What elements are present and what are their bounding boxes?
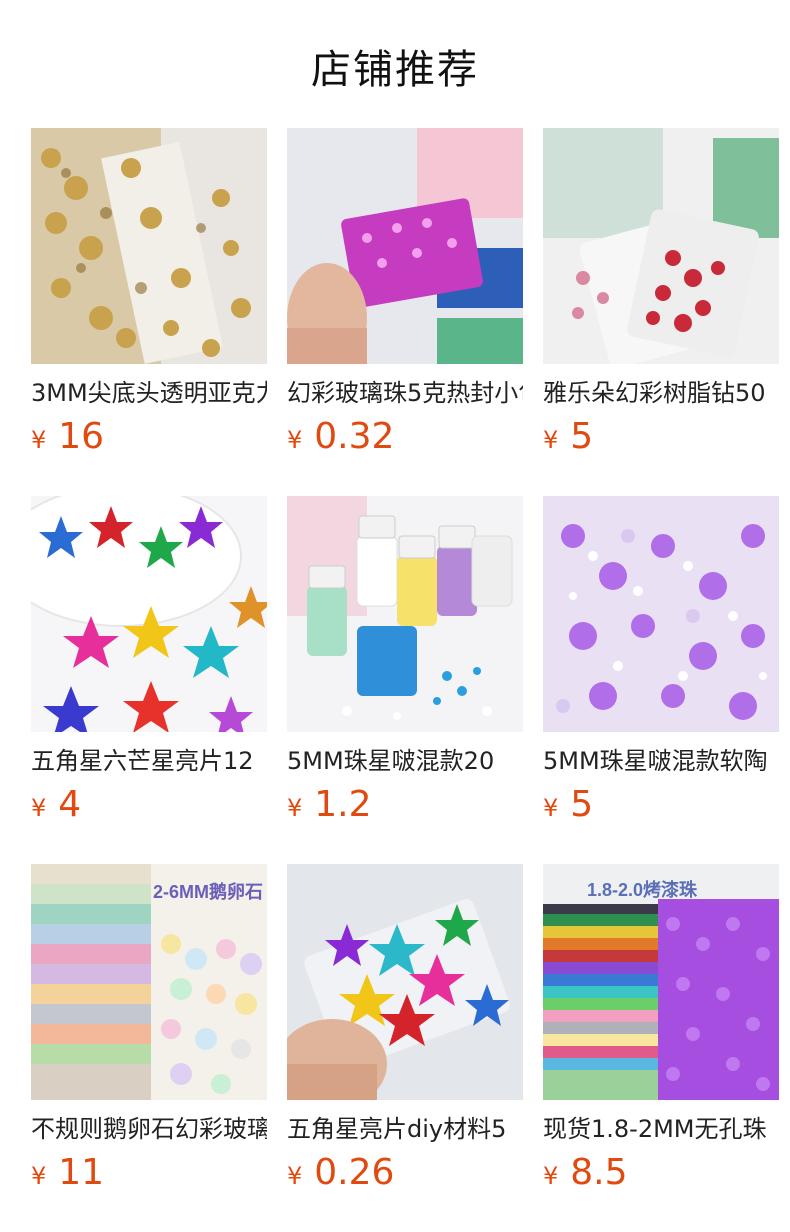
product-price: ¥ 16	[31, 416, 104, 460]
image-overlay-text: 1.8-2.0烤漆珠	[587, 880, 698, 900]
product-price: ¥ 0.26	[287, 1152, 394, 1196]
product-title[interactable]: 5MM珠星啵混款20	[287, 744, 523, 778]
currency-symbol: ¥	[31, 794, 47, 822]
currency-symbol: ¥	[31, 1162, 47, 1190]
currency-symbol: ¥	[287, 1162, 303, 1190]
product-image[interactable]	[287, 128, 523, 364]
product-title[interactable]: 雅乐朵幻彩树脂钻50	[543, 376, 779, 410]
product-price: ¥ 1.2	[287, 784, 372, 828]
product-image[interactable]: 1.8-2.0烤漆珠	[543, 864, 779, 1100]
price-value: 4	[58, 784, 82, 825]
currency-symbol: ¥	[543, 426, 559, 454]
product-title[interactable]: 不规则鹅卵石幻彩玻璃	[31, 1112, 267, 1146]
price-value: 5	[570, 416, 594, 457]
product-price: ¥ 5	[543, 416, 593, 460]
product-image[interactable]	[543, 128, 779, 364]
image-overlay-text: 2-6MM鹅卵石	[153, 882, 264, 902]
product-image[interactable]	[543, 496, 779, 732]
product-image[interactable]	[287, 864, 523, 1100]
price-value: 8.5	[570, 1152, 628, 1193]
product-price: ¥ 4	[31, 784, 81, 828]
product-title[interactable]: 现货1.8-2MM无孔珠	[543, 1112, 779, 1146]
product-image[interactable]	[31, 496, 267, 732]
currency-symbol: ¥	[287, 426, 303, 454]
product-title[interactable]: 5MM珠星啵混款软陶	[543, 744, 779, 778]
currency-symbol: ¥	[31, 426, 47, 454]
product-image[interactable]: 2-6MM鹅卵石	[31, 864, 267, 1100]
product-image[interactable]	[31, 128, 267, 364]
currency-symbol: ¥	[543, 794, 559, 822]
currency-symbol: ¥	[287, 794, 303, 822]
price-value: 16	[58, 416, 105, 457]
price-value: 5	[570, 784, 594, 825]
product-grid: 3MM尖底头透明亚克力尖底钻 ¥ 16 幻彩玻璃珠5克热封小包	[0, 0, 790, 1232]
product-title[interactable]: 五角星亮片diy材料5	[287, 1112, 523, 1146]
product-title[interactable]: 3MM尖底头透明亚克力尖底钻	[31, 376, 267, 410]
product-title[interactable]: 幻彩玻璃珠5克热封小包	[287, 376, 523, 410]
product-price: ¥ 8.5	[543, 1152, 628, 1196]
currency-symbol: ¥	[543, 1162, 559, 1190]
product-image[interactable]	[287, 496, 523, 732]
price-value: 11	[58, 1152, 105, 1193]
price-value: 0.26	[314, 1152, 395, 1193]
product-price: ¥ 0.32	[287, 416, 394, 460]
product-title[interactable]: 五角星六芒星亮片12	[31, 744, 267, 778]
product-price: ¥ 5	[543, 784, 593, 828]
price-value: 1.2	[314, 784, 372, 825]
product-price: ¥ 11	[31, 1152, 104, 1196]
price-value: 0.32	[314, 416, 395, 457]
